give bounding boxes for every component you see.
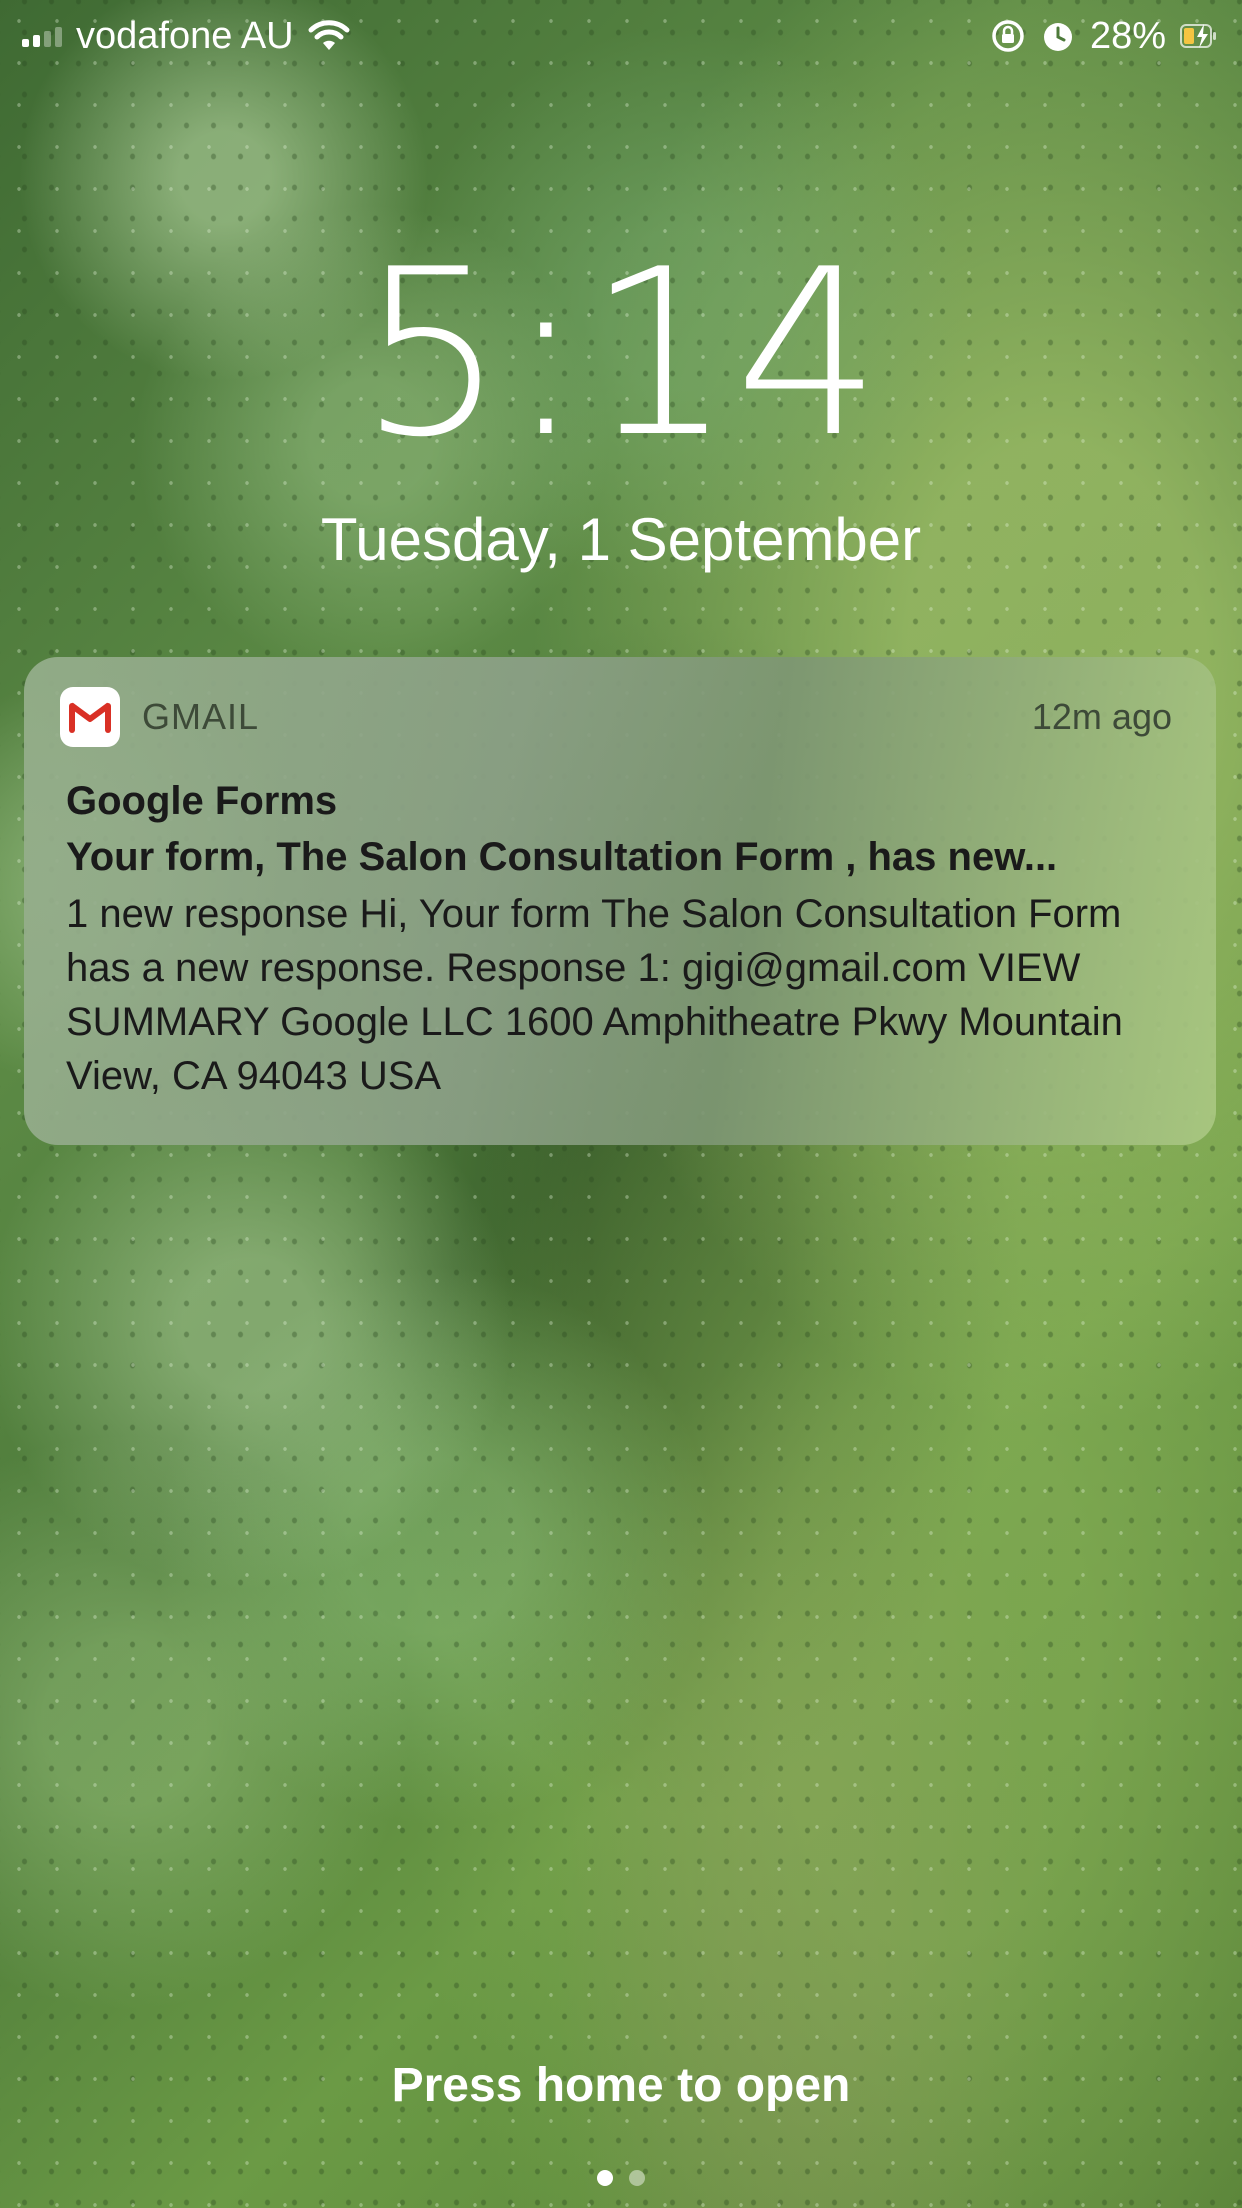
status-bar: vodafone AU 28% <box>0 0 1242 72</box>
notification-body: Google Forms Your form, The Salon Consul… <box>60 773 1180 1103</box>
gmail-notification[interactable]: GMAIL 12m ago Google Forms Your form, Th… <box>24 657 1216 1145</box>
alarm-icon <box>1040 18 1076 54</box>
status-left: vodafone AU <box>22 15 350 58</box>
page-dot-2[interactable] <box>629 2170 645 2186</box>
battery-percent: 28% <box>1089 14 1166 57</box>
battery-charging-icon <box>1180 21 1220 51</box>
page-dot-1[interactable] <box>597 2170 613 2186</box>
notification-app: GMAIL <box>60 687 259 747</box>
page-indicator[interactable] <box>0 2170 1242 2186</box>
notification-time: 12m ago <box>1031 696 1172 737</box>
orientation-lock-icon <box>990 18 1026 54</box>
notification-preview: 1 new response Hi, Your form The Salon C… <box>66 892 1123 1098</box>
carrier-label: vodafone AU <box>76 14 294 57</box>
signal-icon <box>22 25 62 47</box>
lock-screen-date: Tuesday, 1 September <box>320 506 922 573</box>
notification-header: GMAIL 12m ago <box>60 687 1180 747</box>
notification-app-name: GMAIL <box>142 696 260 737</box>
gmail-icon <box>60 687 120 747</box>
notification-subject: Your form, The Salon Consultation Form ,… <box>66 835 1058 879</box>
lock-screen-time: 5:14 <box>358 221 884 488</box>
wifi-icon <box>308 20 350 52</box>
status-right: 28% <box>990 15 1220 58</box>
press-home-hint: Press home to open <box>391 2059 851 2112</box>
notification-sender: Google Forms <box>66 779 338 823</box>
